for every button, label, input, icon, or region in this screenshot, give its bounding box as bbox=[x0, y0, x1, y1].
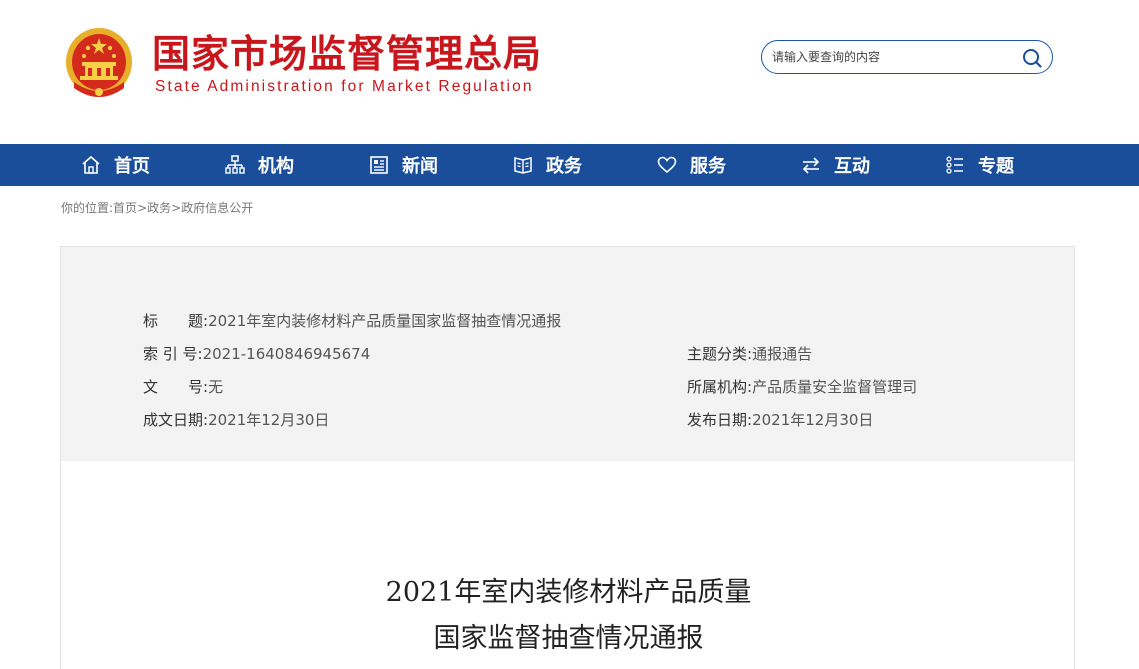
meta-row-title: 标 题:2021年室内装修材料产品质量国家监督抽查情况通报 bbox=[143, 311, 561, 331]
list-icon bbox=[944, 154, 966, 176]
breadcrumb-separator: > bbox=[137, 201, 148, 215]
meta-label-publish-date: 发布日期: bbox=[687, 411, 753, 429]
nav-item-org[interactable]: 机构 bbox=[224, 144, 294, 186]
meta-label-title: 标 题: bbox=[143, 312, 209, 330]
search-input[interactable] bbox=[772, 47, 1012, 67]
site-title-cn[interactable]: 国家市场监督管理总局 bbox=[152, 28, 542, 80]
site-header: 国家市场监督管理总局 State Administration for Mark… bbox=[0, 0, 1139, 144]
document-meta-panel: 标 题:2021年室内装修材料产品质量国家监督抽查情况通报 索 引 号:2021… bbox=[60, 246, 1075, 462]
meta-label-topic: 主题分类: bbox=[687, 345, 753, 363]
nav-label-affairs: 政务 bbox=[546, 156, 582, 177]
meta-value-index: 2021-1640846945674 bbox=[202, 345, 371, 363]
nav-item-topics[interactable]: 专题 bbox=[944, 144, 1014, 186]
search-icon[interactable] bbox=[1022, 48, 1042, 68]
nav-label-service: 服务 bbox=[690, 156, 726, 177]
breadcrumb-separator: > bbox=[171, 201, 182, 215]
org-chart-icon bbox=[224, 154, 246, 176]
breadcrumb-item-info-disclosure[interactable]: 政府信息公开 bbox=[181, 201, 253, 215]
meta-value-topic: 通报通告 bbox=[752, 345, 813, 363]
meta-value-written-date: 2021年12月30日 bbox=[208, 411, 330, 429]
nav-item-interact[interactable]: 互动 bbox=[800, 144, 870, 186]
meta-row-docno: 文 号:无 bbox=[143, 377, 223, 397]
swap-arrows-icon bbox=[800, 154, 822, 176]
breadcrumb-item-affairs[interactable]: 政务 bbox=[147, 201, 171, 215]
meta-label-index: 索 引 号: bbox=[143, 345, 203, 363]
meta-value-publish-date: 2021年12月30日 bbox=[752, 411, 874, 429]
newspaper-icon bbox=[368, 154, 390, 176]
meta-row-org: 所属机构:产品质量安全监督管理司 bbox=[687, 377, 917, 397]
main-nav: 首页 机构 新闻 政务 服务 互动 专题 bbox=[0, 144, 1139, 186]
nav-label-home: 首页 bbox=[114, 156, 150, 177]
nav-label-interact: 互动 bbox=[834, 156, 870, 177]
meta-value-title: 2021年室内装修材料产品质量国家监督抽查情况通报 bbox=[208, 312, 562, 330]
meta-label-docno: 文 号: bbox=[143, 378, 209, 396]
nav-label-org: 机构 bbox=[258, 156, 294, 177]
nav-item-home[interactable]: 首页 bbox=[80, 144, 150, 186]
meta-row-index: 索 引 号:2021-1640846945674 bbox=[143, 344, 370, 364]
home-icon bbox=[80, 154, 102, 176]
meta-label-written-date: 成文日期: bbox=[143, 411, 209, 429]
article-title-line2: 国家监督抽查情况通报 bbox=[433, 623, 704, 654]
breadcrumb: 你的位置:首页>政务>政府信息公开 bbox=[61, 199, 253, 216]
meta-row-publish-date: 发布日期:2021年12月30日 bbox=[687, 410, 873, 430]
meta-label-org: 所属机构: bbox=[687, 378, 753, 396]
meta-row-written-date: 成文日期:2021年12月30日 bbox=[143, 410, 329, 430]
nav-label-topics: 专题 bbox=[978, 156, 1014, 177]
breadcrumb-prefix: 你的位置: bbox=[61, 201, 114, 215]
heart-icon bbox=[656, 154, 678, 176]
meta-value-docno: 无 bbox=[208, 378, 224, 396]
site-title-en[interactable]: State Administration for Market Regulati… bbox=[155, 78, 534, 96]
search-box bbox=[761, 40, 1053, 74]
breadcrumb-item-home[interactable]: 首页 bbox=[113, 201, 137, 215]
nav-item-news[interactable]: 新闻 bbox=[368, 144, 438, 186]
article-content: 2021年室内装修材料产品质量 国家监督抽查情况通报 bbox=[60, 461, 1075, 669]
book-icon bbox=[512, 154, 534, 176]
nav-item-affairs[interactable]: 政务 bbox=[512, 144, 582, 186]
nav-item-service[interactable]: 服务 bbox=[656, 144, 726, 186]
nav-label-news: 新闻 bbox=[402, 156, 438, 177]
meta-row-topic: 主题分类:通报通告 bbox=[687, 344, 812, 364]
article-title-line1: 2021年室内装修材料产品质量 bbox=[385, 577, 752, 608]
meta-value-org: 产品质量安全监督管理司 bbox=[752, 378, 918, 396]
national-emblem-icon[interactable] bbox=[64, 26, 134, 102]
